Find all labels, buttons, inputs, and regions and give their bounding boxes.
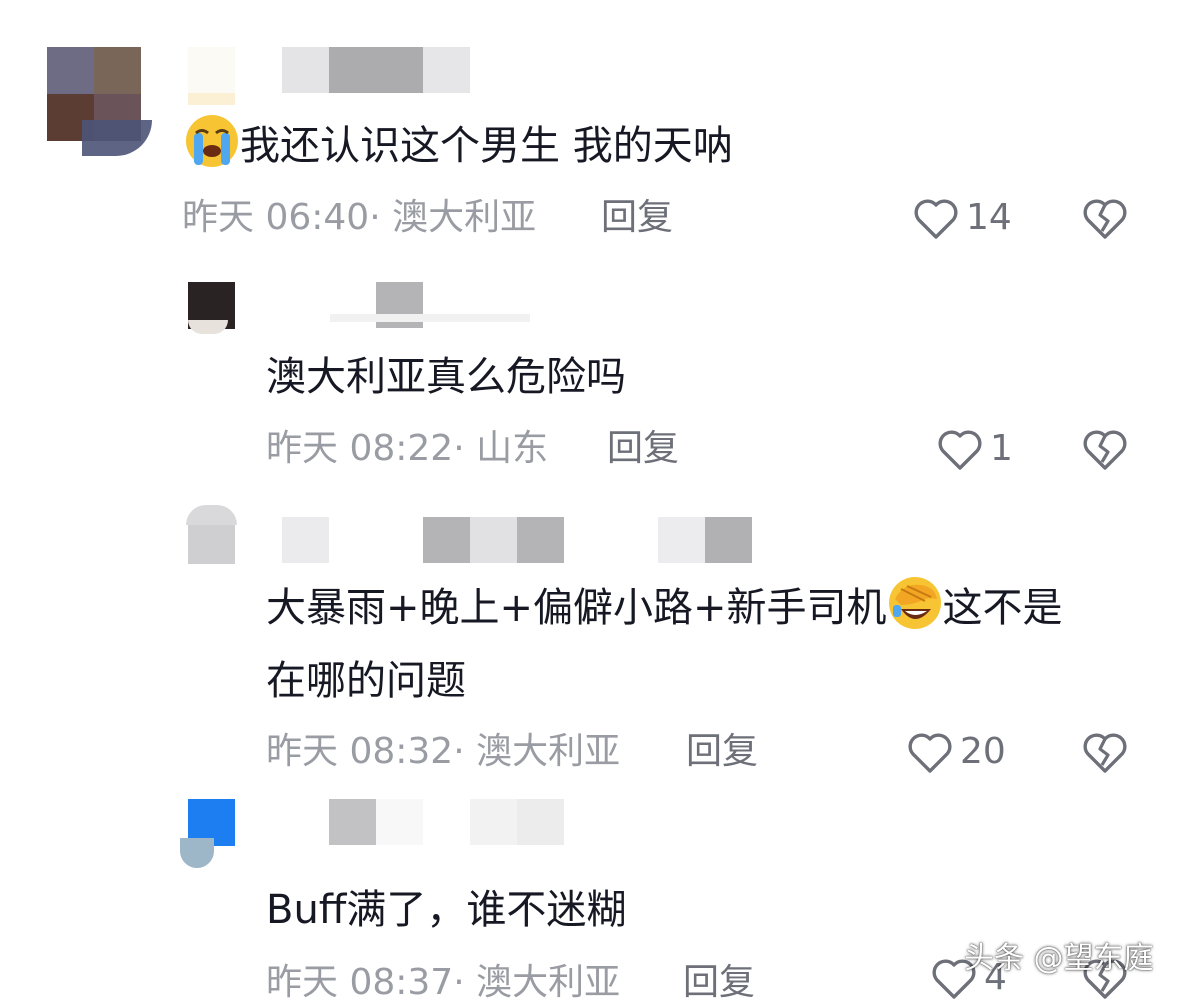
avatar-edge xyxy=(180,838,214,868)
reply-button[interactable]: 回复 xyxy=(686,727,758,777)
comment-body-continued: 这不是 xyxy=(942,585,1063,631)
comment-meta: 昨天 08:22· 山东 xyxy=(266,428,549,469)
username-mosaic[interactable] xyxy=(658,517,752,563)
broken-heart-icon[interactable] xyxy=(1080,193,1130,243)
reply-button[interactable]: 回复 xyxy=(601,193,673,243)
face-palm-laughing-icon xyxy=(888,577,941,629)
like-button[interactable]: 1 xyxy=(936,424,1013,474)
avatar-edge xyxy=(82,120,152,156)
comment-meta: 昨天 08:37· 澳大利亚 xyxy=(266,962,621,1003)
reply-button[interactable]: 回复 xyxy=(683,958,755,1008)
broken-heart-icon[interactable] xyxy=(1080,727,1130,777)
comment-text: Buff满了，谁不迷糊 xyxy=(266,887,627,933)
heart-outline-icon xyxy=(938,430,982,470)
broken-heart-icon[interactable] xyxy=(1080,424,1130,474)
heart-outline-icon xyxy=(914,199,958,239)
username-mosaic[interactable] xyxy=(329,799,423,845)
avatar-edge xyxy=(186,505,237,525)
username-mosaic[interactable] xyxy=(282,517,329,563)
comment-meta: 昨天 06:40· 澳大利亚 xyxy=(182,197,537,238)
watermark-text: 头条 @望东庭 xyxy=(964,941,1154,976)
comment-text: 我还认识这个男生 我的天呐 xyxy=(184,110,733,182)
like-button[interactable]: 14 xyxy=(912,193,1012,243)
like-count: 1 xyxy=(990,428,1013,469)
like-count: 20 xyxy=(960,731,1006,772)
username-mosaic[interactable] xyxy=(470,799,564,845)
username-mosaic-fringe xyxy=(330,314,530,322)
comment-text-line2: 在哪的问题 xyxy=(266,658,466,704)
comment-text: 大暴雨+晚上+偏僻小路+新手司机 这不是 xyxy=(266,572,1063,644)
loudly-crying-face-icon xyxy=(186,115,238,167)
like-count: 14 xyxy=(966,197,1012,238)
comment-body: 大暴雨+晚上+偏僻小路+新手司机 xyxy=(266,585,887,631)
comment-body: 我还认识这个男生 我的天呐 xyxy=(240,123,733,169)
reply-button[interactable]: 回复 xyxy=(607,424,679,474)
username-mosaic-fringe xyxy=(188,93,235,105)
avatar-edge xyxy=(188,320,228,334)
comment-item: 我还认识这个男生 我的天呐 昨天 06:40· 澳大利亚 回复 14 xyxy=(0,0,1179,260)
comment-meta: 昨天 08:32· 澳大利亚 xyxy=(266,731,621,772)
username-mosaic[interactable] xyxy=(188,47,470,93)
username-mosaic[interactable] xyxy=(423,517,564,563)
comment-text: 澳大利亚真么危险吗 xyxy=(266,354,626,400)
heart-outline-icon xyxy=(908,733,952,773)
like-button[interactable]: 20 xyxy=(906,727,1006,777)
